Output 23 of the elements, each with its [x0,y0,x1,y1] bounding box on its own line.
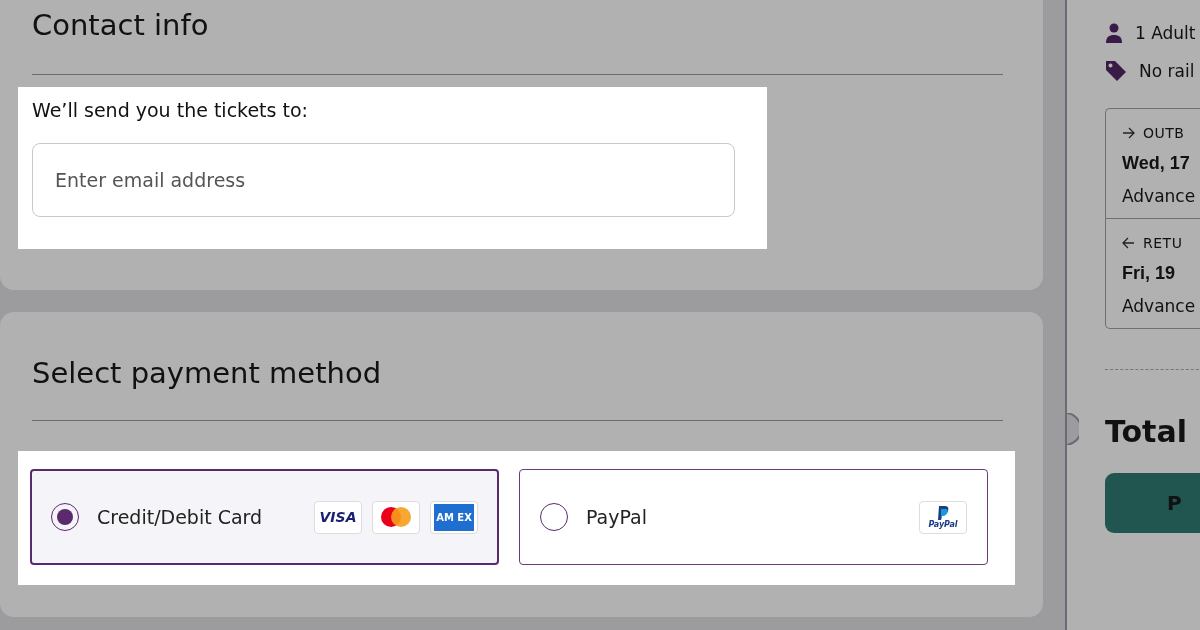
paypal-logo: PayPal [919,500,967,534]
left-arrow-icon [1122,237,1135,249]
amex-logo: AM EX [430,500,478,534]
email-field[interactable]: Enter email address [32,143,735,217]
visa-logo: VISA [314,500,362,534]
payment-option[interactable]: PayPal PayPal [519,469,988,565]
email-prompt: We’ll send you the tickets to: [32,99,309,121]
fare-type: Advance [1122,186,1197,206]
journey-direction: OUTB [1143,125,1185,141]
journey-date: Fri, 19 [1122,263,1177,284]
journey-date: Wed, 17 [1122,153,1191,174]
mastercard-logo [372,500,420,534]
tag-icon [1105,60,1127,82]
passenger-count: 1 Adult [1135,23,1196,43]
right-arrow-icon [1122,127,1135,139]
journey-direction: RETU [1143,235,1183,251]
section-title: Select payment method [31,355,383,390]
section-title: Contact info [31,7,210,42]
payment-option[interactable]: Credit/Debit Card VISA AM EX [30,469,499,565]
fare-type: Advance [1122,296,1197,316]
total-label: Total [1105,414,1188,449]
railcard-text: No rail [1139,61,1195,81]
person-icon [1105,23,1123,43]
